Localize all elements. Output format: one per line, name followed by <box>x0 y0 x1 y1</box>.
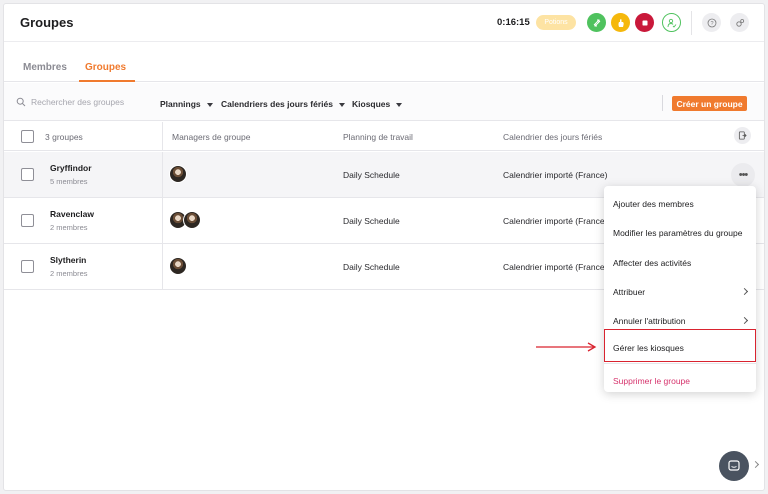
plannings-filter[interactable]: Plannings <box>160 99 213 109</box>
swap-icon[interactable] <box>587 13 606 32</box>
avatar[interactable] <box>183 211 201 229</box>
holiday-calendars-filter-label: Calendriers des jours fériés <box>221 99 333 109</box>
planning-cell: Daily Schedule <box>343 170 400 180</box>
row-checkbox[interactable] <box>21 214 34 227</box>
highlight-box <box>604 329 756 362</box>
activity-badge[interactable]: Potions <box>536 15 576 30</box>
svg-text:?: ? <box>710 21 713 27</box>
calendar-cell: Calendrier importé (France) <box>503 262 608 272</box>
column-divider <box>162 152 163 198</box>
column-divider <box>162 244 163 290</box>
divider <box>691 11 692 35</box>
menu-item-label: Attribuer <box>613 287 646 297</box>
planning-cell: Daily Schedule <box>343 216 400 226</box>
hand-icon[interactable] <box>611 13 630 32</box>
page-title: Groupes <box>20 15 74 30</box>
menu-item-add-members[interactable]: Ajouter des membres <box>604 193 756 215</box>
menu-item-label: Annuler l'attribution <box>613 316 686 326</box>
app-window: Groupes 0:16:15 Potions ? Membres Groupe… <box>3 3 765 491</box>
column-header-managers: Managers de groupe <box>172 132 251 142</box>
kiosks-filter-label: Kiosques <box>352 99 391 109</box>
planning-cell: Daily Schedule <box>343 262 400 272</box>
chevron-down-icon <box>206 102 213 107</box>
row-checkbox[interactable] <box>21 168 34 181</box>
kiosks-filter[interactable]: Kiosques <box>352 99 403 109</box>
menu-divider <box>604 363 756 364</box>
export-icon[interactable] <box>734 127 751 144</box>
top-bar: Groupes 0:16:15 Potions ? <box>4 4 764 42</box>
menu-item-delete-group[interactable]: Supprimer le groupe <box>604 370 756 392</box>
filter-bar: Plannings Calendriers des jours fériés K… <box>4 83 764 121</box>
chevron-right-icon <box>740 287 749 296</box>
active-tab-indicator <box>79 80 135 82</box>
table-header: 3 groupes Managers de groupe Planning de… <box>4 122 764 151</box>
manager-avatars <box>169 211 201 229</box>
more-options-button[interactable]: ••• <box>731 163 755 187</box>
chevron-down-icon <box>396 102 403 107</box>
plannings-filter-label: Plannings <box>160 99 201 109</box>
help-icon[interactable]: ? <box>702 13 721 32</box>
column-header-planning: Planning de travail <box>343 132 413 142</box>
chat-icon[interactable] <box>719 451 749 481</box>
member-count: 2 membres <box>50 269 88 278</box>
chevron-right-icon <box>740 316 749 325</box>
member-count: 2 membres <box>50 223 88 232</box>
member-count: 5 membres <box>50 177 88 186</box>
group-name[interactable]: Slytherin <box>50 255 86 265</box>
create-group-button[interactable]: Créer un groupe <box>672 96 747 111</box>
row-checkbox[interactable] <box>21 260 34 273</box>
menu-item-assign-activities[interactable]: Affecter des activités <box>604 252 756 274</box>
column-header-calendar: Calendrier des jours fériés <box>503 132 603 142</box>
column-divider <box>162 122 163 151</box>
column-divider <box>162 198 163 244</box>
tab-bar: Membres Groupes <box>4 42 764 82</box>
avatar[interactable] <box>169 257 187 275</box>
search-icon <box>16 97 26 107</box>
group-name[interactable]: Gryffindor <box>50 163 92 173</box>
user-check-icon[interactable] <box>662 13 681 32</box>
group-count: 3 groupes <box>45 132 83 142</box>
chevron-down-icon <box>338 102 345 107</box>
menu-item-assign[interactable]: Attribuer <box>604 281 756 303</box>
select-all-checkbox[interactable] <box>21 130 34 143</box>
stop-icon[interactable] <box>635 13 654 32</box>
manager-avatars <box>169 257 187 275</box>
avatar[interactable] <box>169 165 187 183</box>
calendar-cell: Calendrier importé (France) <box>503 170 608 180</box>
manager-avatars <box>169 165 187 183</box>
menu-item-edit-group-settings[interactable]: Modifier les paramètres du groupe <box>604 222 756 244</box>
timer: 0:16:15 <box>497 17 530 28</box>
tab-members[interactable]: Membres <box>23 62 67 73</box>
divider <box>662 95 663 111</box>
tab-groups[interactable]: Groupes <box>85 62 126 73</box>
holiday-calendars-filter[interactable]: Calendriers des jours fériés <box>221 99 345 109</box>
settings-icon[interactable] <box>730 13 749 32</box>
search-input[interactable] <box>31 94 131 110</box>
chevron-right-icon[interactable] <box>751 460 760 469</box>
group-name[interactable]: Ravenclaw <box>50 209 94 219</box>
calendar-cell: Calendrier importé (France) <box>503 216 608 226</box>
arrow-right-icon <box>536 342 597 352</box>
